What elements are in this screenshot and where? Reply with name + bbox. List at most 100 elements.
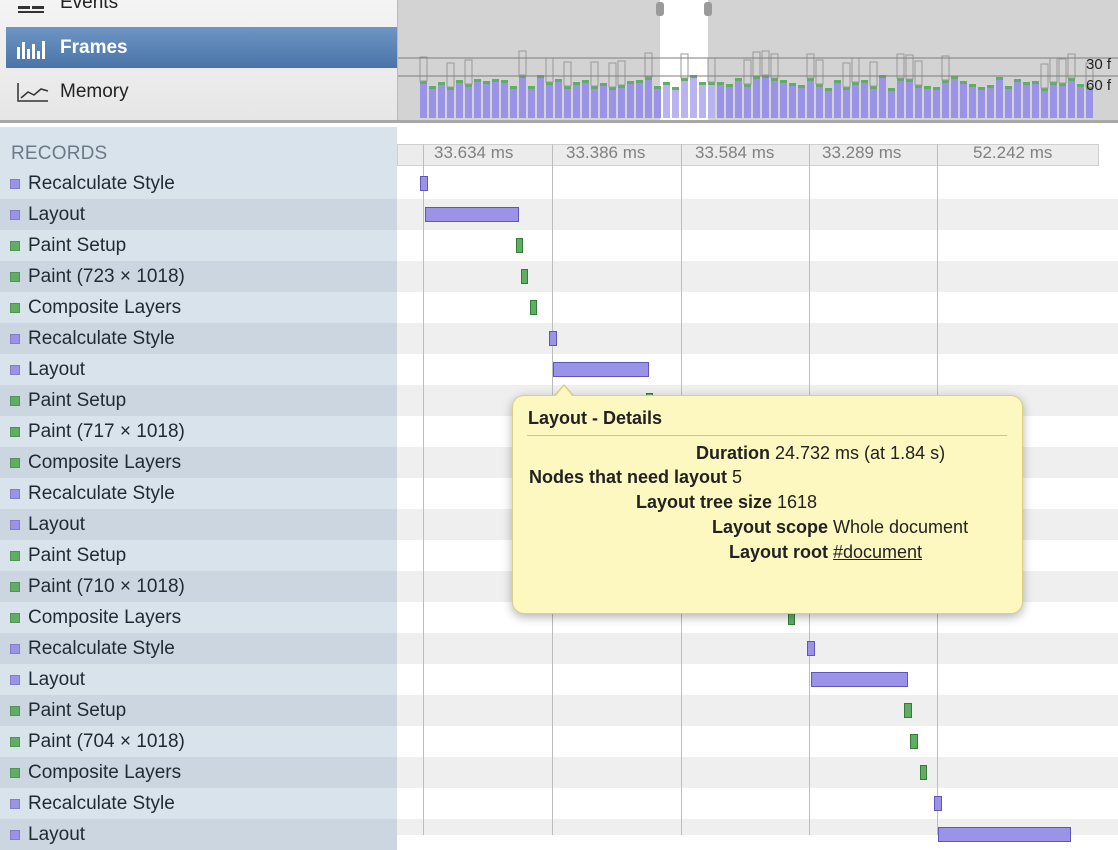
overview-paint-cap [861,80,868,83]
overview-idle-outline [707,57,716,83]
overview-idle-outline [1049,57,1058,83]
overview-frame-bar [897,78,904,118]
mode-frames[interactable]: Frames [6,27,397,68]
timeline-row[interactable] [397,633,1118,664]
record-row[interactable]: Recalculate Style [0,633,397,664]
timeline-row[interactable] [397,261,1118,292]
overview-idle-outline [905,54,914,80]
record-row[interactable]: Paint Setup [0,385,397,416]
record-bar[interactable] [553,362,649,377]
mode-memory[interactable]: Memory [6,71,397,112]
overview-frame-bar [771,78,778,118]
overview-idle-outline [518,50,527,76]
record-bar[interactable] [530,300,537,315]
timeline-row[interactable] [397,323,1118,354]
overview-frame-bar [762,75,769,118]
record-bar[interactable] [425,207,519,222]
record-row[interactable]: Layout [0,199,397,230]
overview-frame-bar [447,87,454,118]
memory-icon [16,81,50,103]
record-bar[interactable] [521,269,528,284]
timeline-overview: Events Frames Memory 30 f 60 f [0,0,1118,123]
record-row[interactable]: Layout [0,354,397,385]
timeline-row[interactable] [397,168,1118,199]
overview-frame-bar [987,85,994,118]
record-label: Paint (723 × 1018) [28,265,185,287]
overview-paint-cap [960,81,967,84]
popover-arrow-fill [555,386,573,397]
record-bar[interactable] [934,796,942,811]
record-row[interactable]: Paint (704 × 1018) [0,726,397,757]
overview-paint-cap [735,78,742,81]
timeline-row[interactable] [397,664,1118,695]
timeline-row[interactable] [397,230,1118,261]
timeline-row[interactable] [397,788,1118,819]
record-row[interactable]: Composite Layers [0,447,397,478]
record-label: Layout [28,203,86,225]
overview-paint-cap [474,79,481,82]
overview-paint-cap [654,86,661,89]
overview-divider[interactable] [0,120,1118,123]
frame-duration-label: 33.634 ms [434,143,514,162]
record-row[interactable]: Paint Setup [0,540,397,571]
overview-paint-cap [834,80,841,83]
record-bar[interactable] [904,703,912,718]
record-row[interactable]: Composite Layers [0,757,397,788]
overview-paint-cap [987,85,994,88]
overview-idle-outline [752,51,761,77]
record-row[interactable]: Composite Layers [0,602,397,633]
record-row[interactable]: Layout [0,509,397,540]
overview-frame-bar [474,79,481,118]
overview-frame-bar [996,77,1003,118]
overview-frame-bar [978,87,985,118]
timeline-row[interactable] [397,354,1118,385]
overview-frame-bar [663,82,670,118]
overview-idle-outline [590,61,599,87]
popover-row-root: Layout root #document [529,542,922,563]
mode-frames-label: Frames [60,36,128,58]
overview-idle-outline [815,59,824,85]
record-row[interactable]: Paint (717 × 1018) [0,416,397,447]
mode-events[interactable]: Events [6,0,397,23]
record-bar[interactable] [920,765,927,780]
frame-duration-label: 52.242 ms [973,143,1053,162]
overview-paint-cap [627,81,634,84]
overview-frame-bar [717,82,724,118]
record-bar[interactable] [516,238,523,253]
overview-idle-outline [869,61,878,87]
record-row[interactable]: Recalculate Style [0,323,397,354]
overview-idle-outline [644,52,653,78]
overview-paint-cap [717,82,724,85]
record-row[interactable]: Composite Layers [0,292,397,323]
record-row[interactable]: Recalculate Style [0,168,397,199]
overview-paint-cap [528,86,535,89]
record-bar[interactable] [811,672,908,687]
record-row[interactable]: Paint (710 × 1018) [0,571,397,602]
timeline-row[interactable] [397,292,1118,323]
record-row[interactable]: Layout [0,664,397,695]
rendering-category-swatch [10,178,20,189]
overview-frame-bar [519,75,526,118]
overview-frame-bar [699,82,706,118]
timeline-row[interactable] [397,726,1118,757]
record-label: Layout [28,358,86,380]
record-row[interactable]: Paint Setup [0,695,397,726]
record-row[interactable]: Recalculate Style [0,788,397,819]
record-bar[interactable] [420,176,428,191]
record-row[interactable]: Paint (723 × 1018) [0,261,397,292]
overview-frame-bar [510,86,517,118]
record-row[interactable]: Recalculate Style [0,478,397,509]
rendering-category-swatch [10,364,20,375]
record-bar[interactable] [910,734,918,749]
timeline-row[interactable] [397,695,1118,726]
timeline-row[interactable] [397,757,1118,788]
overview-frame-bar [861,80,868,118]
frames-overview-graph[interactable] [398,0,1118,120]
record-bar[interactable] [549,331,557,346]
painting-category-swatch [10,395,20,406]
record-bar[interactable] [807,641,815,656]
layout-root-link[interactable]: #document [833,542,922,562]
overview-frame-bar [600,83,607,118]
record-row[interactable]: Paint Setup [0,230,397,261]
overview-frame-bar [852,82,859,118]
